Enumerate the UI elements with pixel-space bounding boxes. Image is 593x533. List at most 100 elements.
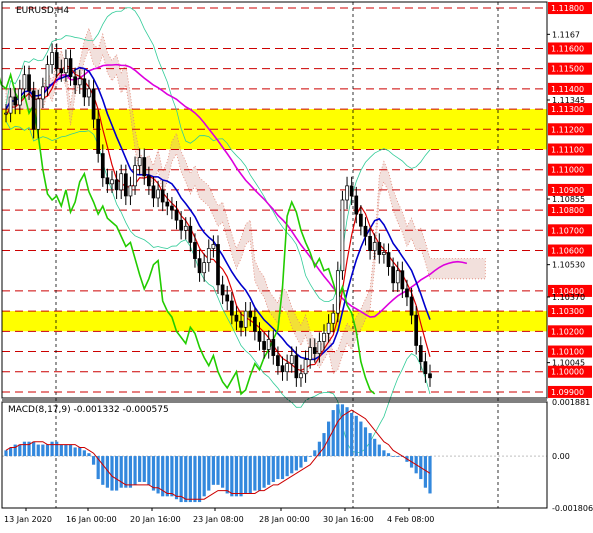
candle-body bbox=[386, 252, 391, 268]
candle-body bbox=[73, 76, 77, 86]
macd-histogram-bar bbox=[197, 456, 202, 503]
time-axis-label: 13 Jan 2020 bbox=[4, 515, 52, 524]
price-level-label: 1.11400 bbox=[551, 85, 584, 94]
macd-histogram-bar bbox=[257, 456, 262, 491]
candle-body bbox=[257, 330, 262, 342]
candle-body bbox=[202, 262, 207, 274]
macd-histogram-bar bbox=[211, 456, 215, 485]
candle-body bbox=[87, 88, 91, 98]
candle-body bbox=[8, 96, 13, 114]
candle-body bbox=[206, 248, 211, 263]
candle-body bbox=[4, 112, 8, 115]
macd-histogram-bar bbox=[267, 456, 271, 485]
candle-body bbox=[377, 242, 382, 255]
macd-histogram-bar bbox=[142, 456, 146, 482]
macd-histogram-bar bbox=[359, 421, 363, 457]
candle-body bbox=[137, 157, 142, 167]
macd-histogram-bar bbox=[184, 456, 188, 503]
price-tick-label: 1.10530 bbox=[552, 261, 585, 270]
candle-body bbox=[372, 242, 377, 251]
time-axis-label: 16 Jan 00:00 bbox=[66, 515, 117, 524]
candle-body bbox=[326, 322, 331, 334]
candle-body bbox=[391, 266, 395, 284]
macd-histogram-bar bbox=[299, 456, 303, 468]
price-level-label: 1.11100 bbox=[551, 145, 584, 154]
macd-histogram-bar bbox=[230, 456, 234, 497]
candle-body bbox=[77, 78, 82, 86]
candle-body bbox=[262, 341, 266, 350]
candle-body bbox=[359, 213, 363, 227]
macd-histogram-bar bbox=[18, 444, 22, 457]
price-level-label: 1.11200 bbox=[551, 125, 584, 134]
macd-histogram-bar bbox=[363, 427, 368, 457]
macd-histogram-bar bbox=[350, 412, 354, 457]
candle-body bbox=[100, 153, 105, 179]
price-level-label: 1.11600 bbox=[551, 44, 584, 53]
macd-histogram-bar bbox=[193, 456, 197, 503]
candle-body bbox=[395, 270, 400, 284]
macd-histogram-bar bbox=[271, 456, 275, 482]
macd-histogram-bar bbox=[290, 456, 294, 474]
macd-label: MACD(8,17,9) -0.001332 -0.000575 bbox=[8, 405, 169, 415]
macd-histogram-bar bbox=[248, 456, 252, 494]
time-axis-label: 4 Feb 08:00 bbox=[387, 515, 434, 524]
candle-body bbox=[179, 219, 183, 231]
candle-body bbox=[276, 355, 280, 367]
candle-body bbox=[50, 52, 54, 65]
macd-histogram-bar bbox=[170, 456, 174, 497]
candle-body bbox=[418, 345, 423, 362]
candle-body bbox=[13, 96, 18, 106]
candle-body bbox=[280, 365, 285, 373]
macd-histogram-bar bbox=[91, 456, 96, 465]
candle-body bbox=[133, 165, 137, 187]
macd-histogram-bar bbox=[22, 441, 27, 457]
candle-body bbox=[31, 90, 36, 130]
macd-histogram-bar bbox=[32, 441, 36, 457]
candle-body bbox=[303, 359, 308, 375]
macd-axis-label: 0.00 bbox=[552, 452, 570, 461]
macd-histogram-bar bbox=[382, 450, 386, 457]
candle-body bbox=[312, 347, 317, 354]
candle-body bbox=[322, 332, 326, 342]
macd-histogram-bar bbox=[179, 456, 183, 503]
candle-body bbox=[271, 339, 276, 356]
macd-histogram-bar bbox=[239, 456, 243, 497]
candle-body bbox=[289, 355, 294, 365]
macd-histogram-bar bbox=[285, 456, 289, 477]
macd-histogram-bar bbox=[340, 404, 345, 457]
macd-histogram-bar bbox=[50, 441, 54, 457]
candle-body bbox=[211, 244, 216, 249]
chart-canvas[interactable]: 1.11800 1.11600 1.11500 1.11400 1.11300 1.112… bbox=[0, 0, 593, 529]
macd-histogram-bar bbox=[124, 456, 128, 488]
candle-body bbox=[96, 118, 101, 154]
candle-body bbox=[345, 185, 349, 201]
candle-body bbox=[54, 52, 59, 70]
candle-body bbox=[234, 314, 239, 322]
macd-histogram-bar bbox=[147, 456, 151, 485]
trading-chart-window[interactable]: 1.11800 1.11600 1.11500 1.11400 1.11300 1.112… bbox=[0, 0, 593, 529]
chart-background bbox=[0, 0, 593, 529]
candle-body bbox=[243, 310, 248, 328]
price-level-label: 1.10700 bbox=[551, 226, 584, 235]
macd-histogram-bar bbox=[188, 456, 192, 503]
macd-histogram-bar bbox=[73, 447, 77, 457]
macd-histogram-bar bbox=[9, 447, 13, 457]
candle-body bbox=[17, 88, 22, 106]
candle-body bbox=[335, 270, 340, 314]
price-tick-label: 1.10045 bbox=[552, 359, 585, 368]
candle-body bbox=[308, 347, 313, 360]
candle-body bbox=[216, 244, 220, 286]
candle-body bbox=[354, 195, 359, 215]
macd-histogram-bar bbox=[313, 450, 317, 457]
candle-body bbox=[294, 355, 299, 379]
macd-histogram-bar bbox=[221, 456, 225, 488]
macd-histogram-bar bbox=[303, 456, 308, 462]
macd-histogram-bar bbox=[138, 456, 142, 482]
macd-histogram-bar bbox=[308, 456, 312, 457]
macd-histogram-bar bbox=[87, 453, 91, 457]
macd-histogram-bar bbox=[423, 456, 427, 488]
candle-body bbox=[156, 189, 160, 199]
macd-histogram-bar bbox=[68, 444, 73, 457]
candle-body bbox=[27, 74, 31, 92]
candle-body bbox=[174, 209, 179, 221]
